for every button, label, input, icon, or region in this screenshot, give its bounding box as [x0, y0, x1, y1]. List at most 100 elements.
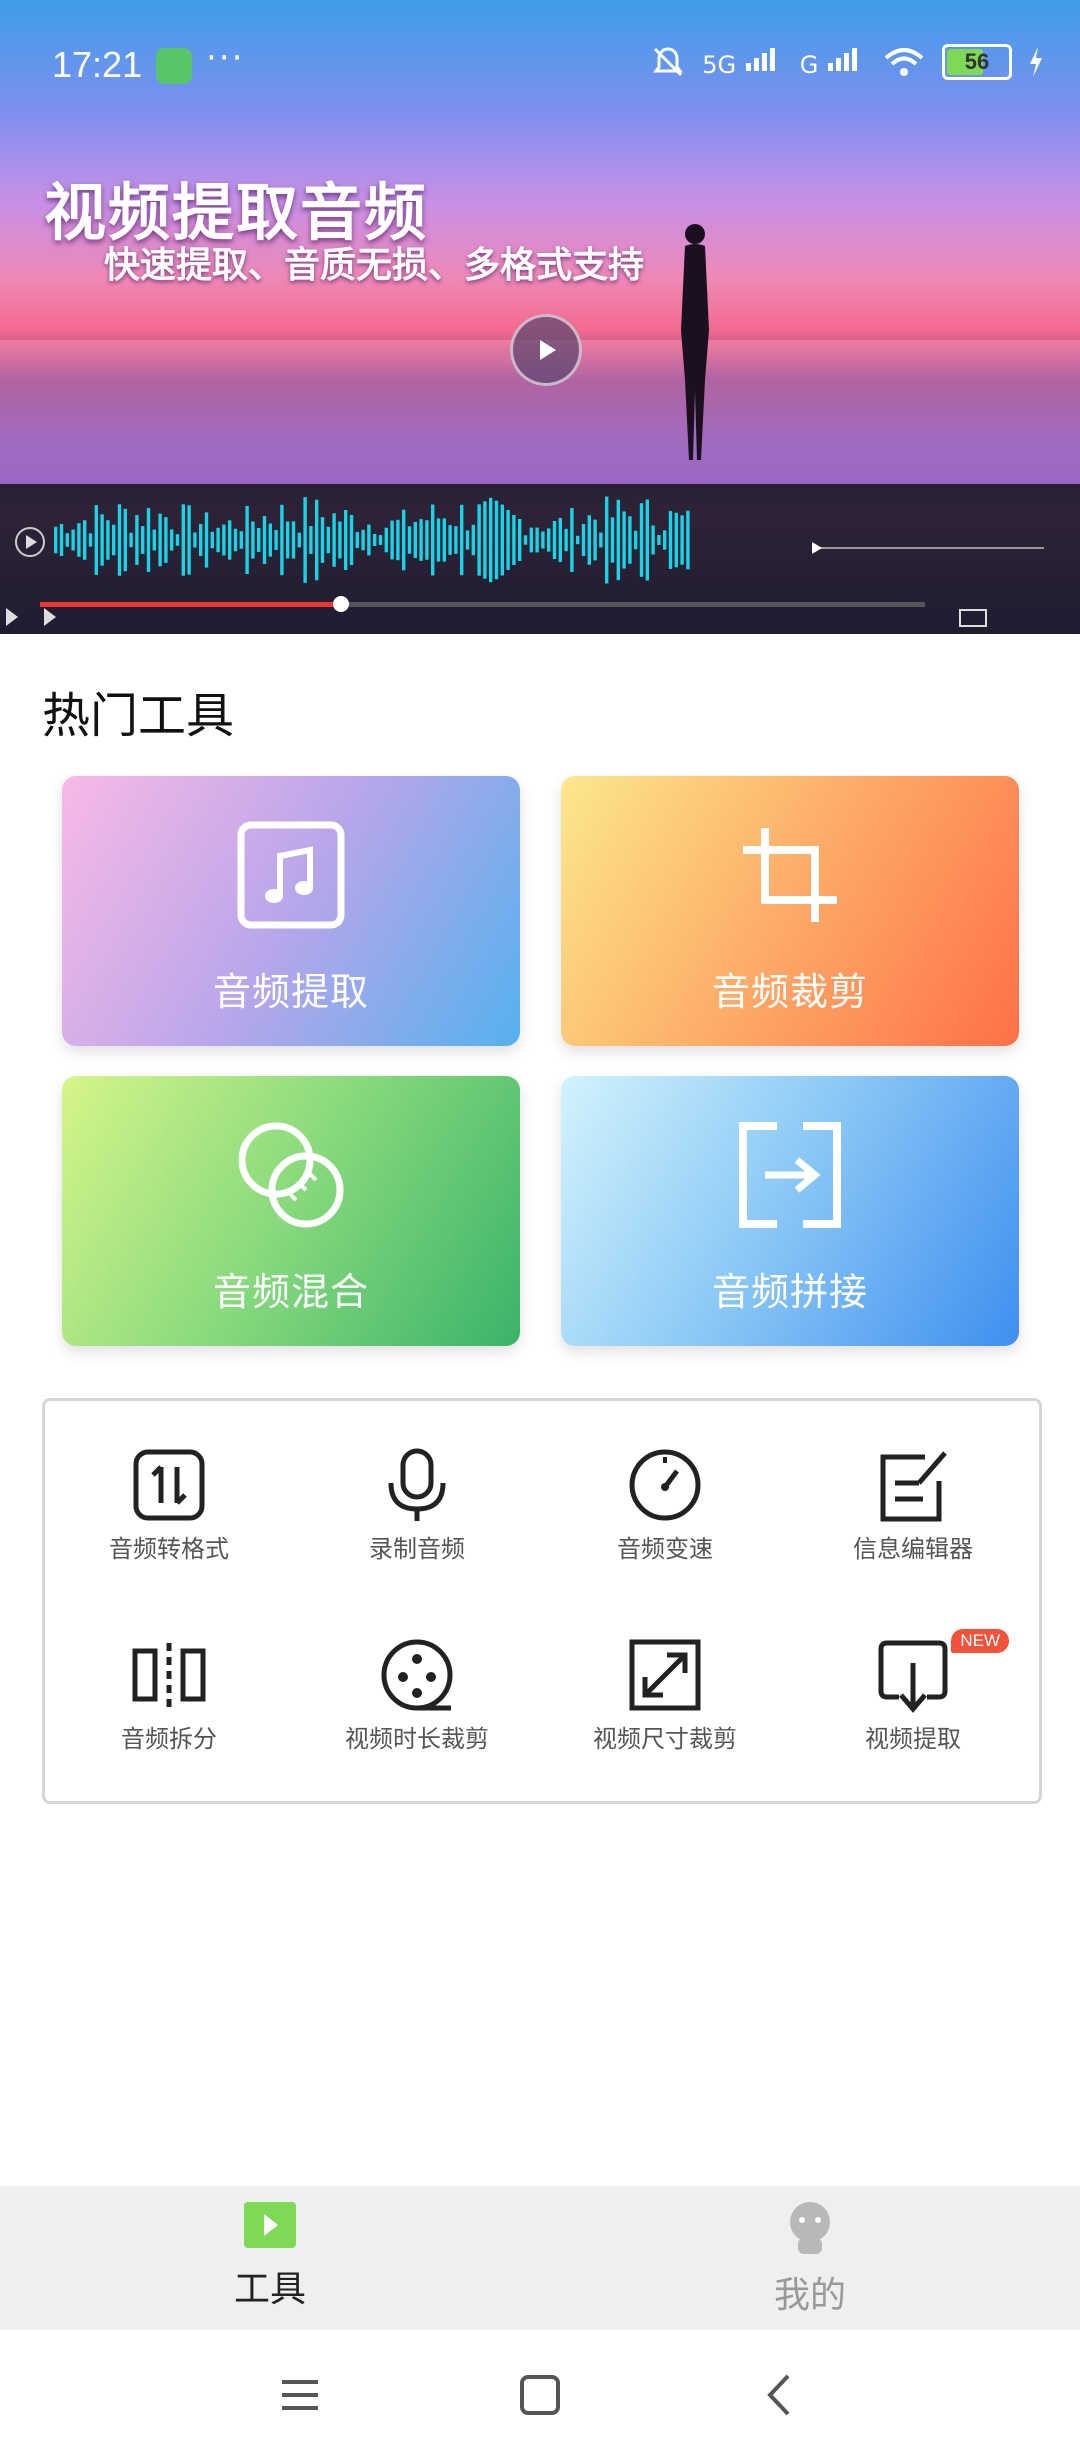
- waveform-bar: [181, 504, 185, 576]
- status-time: 17:21: [52, 44, 143, 85]
- waveform-bar: [373, 533, 377, 547]
- tool-audio-split[interactable]: 音频拆分: [45, 1637, 293, 1787]
- tool-label: 音频变速: [617, 1535, 713, 1563]
- tool-audio-convert[interactable]: 音频转格式: [45, 1447, 293, 1597]
- waveform-bar: [141, 526, 145, 554]
- nav-me[interactable]: 我的: [660, 2200, 960, 2318]
- tool-label: 信息编辑器: [853, 1535, 973, 1563]
- waveform-bar: [158, 513, 162, 567]
- tool-record-audio[interactable]: 录制音频: [293, 1447, 541, 1597]
- waveform-bar: [541, 531, 545, 549]
- video-progress[interactable]: [40, 596, 925, 612]
- waveform-bar: [216, 527, 220, 553]
- waveform-bar: [135, 515, 139, 565]
- crop-icon: [743, 828, 837, 922]
- menu-icon[interactable]: [270, 2370, 330, 2420]
- waveform-bar: [668, 511, 673, 569]
- player-play-icon[interactable]: [14, 526, 46, 558]
- back-icon[interactable]: [750, 2370, 810, 2420]
- card-label: 音频混合: [212, 1270, 369, 1314]
- waveform-bar: [483, 501, 487, 579]
- hero-play-button[interactable]: [510, 314, 582, 386]
- video-progress-knob[interactable]: [332, 596, 349, 612]
- card-label: 音频提取: [212, 970, 369, 1014]
- waveform-bar: [94, 505, 98, 575]
- waveform-bar: [390, 520, 394, 560]
- waveform-bar: [605, 496, 609, 584]
- waveform-bar: [77, 523, 81, 557]
- signal-icon-2: [828, 48, 857, 71]
- waveform-bar: [587, 515, 591, 565]
- hero-subtitle: 快速提取、音质无损、多格式支持: [104, 245, 645, 286]
- waveform-bar: [576, 535, 580, 545]
- tool-video-duration-cut[interactable]: 视频时长裁剪: [293, 1637, 541, 1787]
- waveform-bar: [657, 535, 661, 545]
- tool-video-size-cut[interactable]: 视频尺寸裁剪: [541, 1637, 789, 1787]
- waveform-bar: [448, 525, 452, 555]
- join-arrow-icon: [739, 1122, 841, 1228]
- tool-label: 视频提取: [865, 1725, 961, 1753]
- waveform-bar: [54, 526, 58, 554]
- waveform-bar: [686, 510, 690, 570]
- waveform-bar: [361, 529, 365, 551]
- edit-note-icon: [880, 1451, 947, 1522]
- card-audio-join[interactable]: 音频拼接: [561, 1076, 1019, 1346]
- download-box-icon: [878, 1640, 948, 1713]
- home-icon[interactable]: [510, 2370, 570, 2420]
- nav-tools[interactable]: 工具: [120, 2200, 420, 2312]
- tool-app-icon: [156, 48, 192, 84]
- waveform-bar: [674, 512, 678, 568]
- waveform-bar: [274, 529, 278, 551]
- signal-icon: [745, 48, 775, 71]
- waveform-bar: [663, 530, 667, 550]
- waveform-bar: [651, 525, 655, 555]
- waveform-bar: [645, 499, 649, 581]
- waveform-bar: [419, 519, 423, 561]
- hero-banner[interactable]: 17:21 ··· 5G G 56 视频提取音频 快速提取、音质无损、多格式支持: [0, 0, 1080, 634]
- tool-audio-speed[interactable]: 音频变速: [541, 1447, 789, 1597]
- waveform-bar: [634, 530, 638, 550]
- mini-slider: [812, 542, 1044, 554]
- waveform-bar: [175, 534, 180, 546]
- waveform-bar: [454, 526, 458, 554]
- wifi-icon: [884, 48, 924, 76]
- person-silhouette: [681, 224, 709, 460]
- waveform-bar: [193, 532, 197, 548]
- waveform-bar: [59, 523, 64, 557]
- audio-waveform: [54, 496, 690, 584]
- waveform-bar: [402, 509, 406, 571]
- waveform-bar: [204, 512, 209, 568]
- waveform-bar: [460, 504, 464, 576]
- card-audio-extract[interactable]: 音频提取: [62, 776, 520, 1046]
- network-5g: 5G: [702, 45, 784, 79]
- tool-video-extract[interactable]: NEW 视频提取: [789, 1629, 1037, 1787]
- waveform-bar: [320, 517, 325, 563]
- waveform-bar: [83, 520, 87, 560]
- overlap-circles-icon: [238, 1122, 344, 1228]
- waveform-bar: [309, 526, 313, 554]
- tool-info-editor[interactable]: 信息编辑器: [789, 1447, 1037, 1597]
- fullscreen-icon[interactable]: [958, 608, 988, 628]
- film-reel-icon: [381, 1639, 453, 1711]
- waveform-bar: [245, 505, 249, 575]
- waveform-bar: [129, 532, 133, 548]
- waveform-bar: [257, 527, 261, 553]
- more-dots: ···: [206, 38, 245, 78]
- waveform-bar: [187, 505, 191, 575]
- waveform-bar: [100, 514, 104, 566]
- waveform-bar: [465, 530, 470, 550]
- user-avatar-icon: [790, 2202, 830, 2254]
- card-audio-crop[interactable]: 音频裁剪: [561, 776, 1019, 1046]
- waveform-bar: [326, 526, 330, 554]
- bottom-play-icon[interactable]: [4, 606, 64, 628]
- waveform-bar: [407, 526, 412, 554]
- mute-bell-icon: [653, 47, 684, 77]
- waveform-bar: [280, 504, 284, 576]
- waveform-bar: [152, 529, 156, 551]
- waveform-bar: [616, 499, 620, 581]
- waveform-bar: [268, 523, 272, 557]
- waveform-bar: [71, 529, 75, 551]
- waveform-bar: [558, 517, 562, 563]
- card-audio-mix[interactable]: 音频混合: [62, 1076, 520, 1346]
- waveform-bar: [523, 535, 528, 545]
